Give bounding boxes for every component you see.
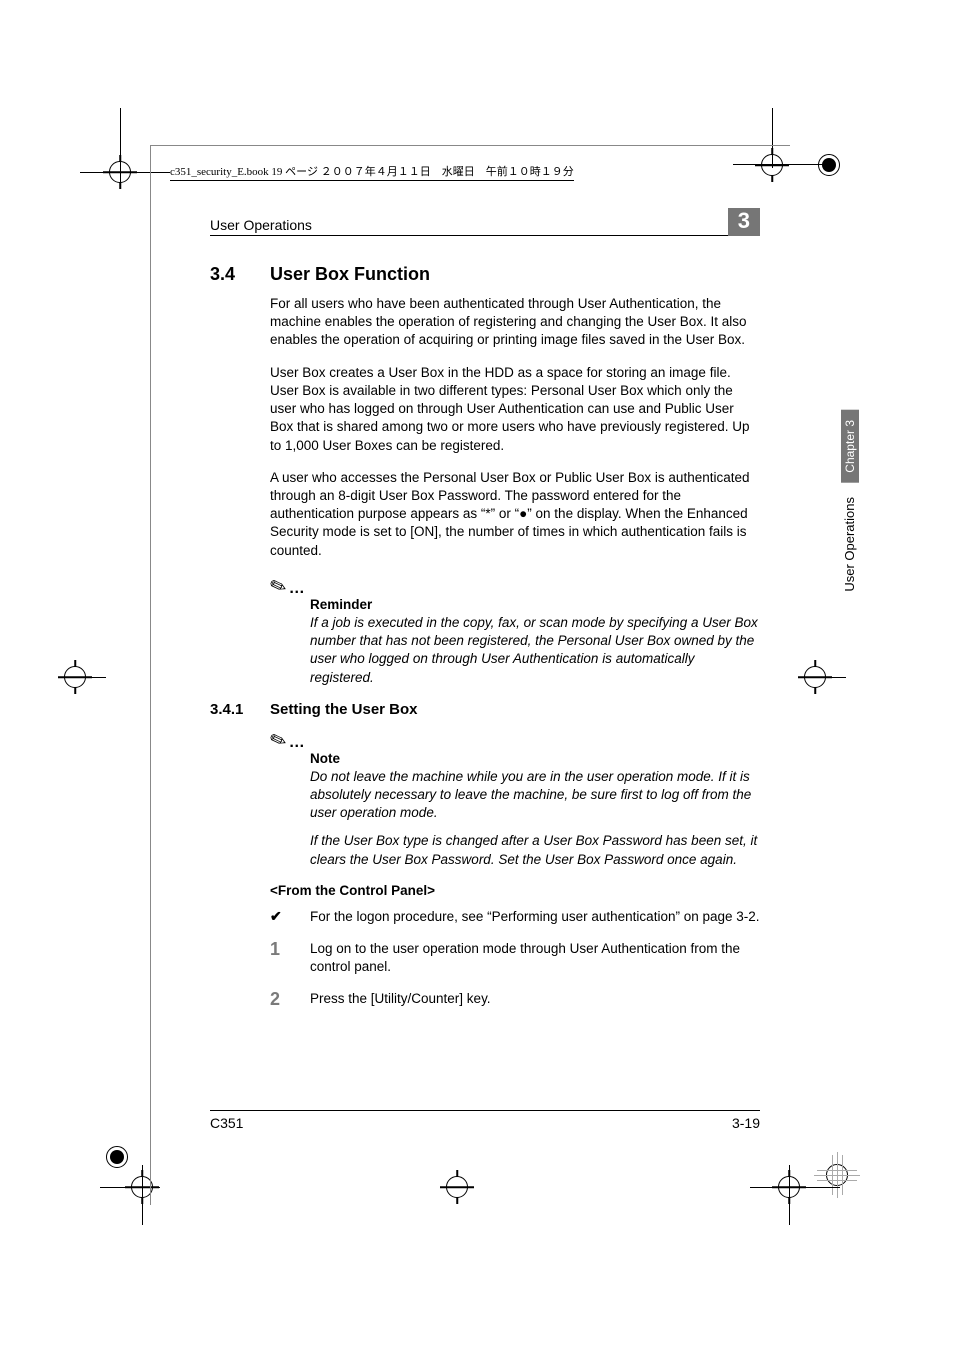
side-section-label: User Operations bbox=[841, 491, 858, 598]
body-paragraph: User Box creates a User Box in the HDD a… bbox=[270, 364, 760, 455]
side-tab: Chapter 3 User Operations bbox=[841, 410, 859, 680]
registration-mark-icon bbox=[100, 1140, 134, 1174]
crop-line bbox=[789, 1165, 790, 1225]
crop-line bbox=[120, 108, 121, 188]
registration-mark-icon bbox=[812, 148, 846, 182]
registration-mark-icon bbox=[440, 1170, 474, 1204]
section-number: 3.4 bbox=[210, 264, 270, 285]
checkmark-icon: ✔ bbox=[270, 908, 310, 926]
bullet-item: ✔ For the logon procedure, see “Performi… bbox=[270, 908, 760, 926]
footer-page: 3-19 bbox=[732, 1115, 760, 1131]
registration-mark-icon bbox=[58, 660, 92, 694]
footer-model: C351 bbox=[210, 1115, 243, 1131]
registration-mark-icon bbox=[798, 660, 832, 694]
running-head-title: User Operations bbox=[210, 217, 312, 233]
page-footer: C351 3-19 bbox=[210, 1110, 760, 1131]
crop-line bbox=[142, 1165, 143, 1225]
step-item: 2 Press the [Utility/Counter] key. bbox=[270, 990, 760, 1008]
pen-icon: ✎ bbox=[266, 572, 290, 601]
subheading-control-panel: <From the Control Panel> bbox=[270, 883, 760, 898]
step-text: Press the [Utility/Counter] key. bbox=[310, 990, 760, 1008]
crop-line bbox=[80, 172, 170, 173]
subsection-number: 3.4.1 bbox=[210, 701, 270, 718]
subsection-heading: 3.4.1 Setting the User Box bbox=[210, 701, 760, 718]
subsection-title: Setting the User Box bbox=[270, 701, 418, 718]
note-body: If the User Box type is changed after a … bbox=[310, 832, 760, 868]
chapter-number-box: 3 bbox=[728, 208, 760, 236]
note-heading: Note bbox=[310, 751, 760, 766]
pen-icon: ✎ bbox=[266, 726, 290, 755]
crop-line bbox=[100, 1187, 160, 1188]
bullet-text: For the logon procedure, see “Performing… bbox=[310, 908, 760, 926]
step-number: 2 bbox=[270, 990, 310, 1008]
reminder-block: ✎… Reminder If a job is executed in the … bbox=[270, 574, 760, 687]
reminder-body: If a job is executed in the copy, fax, o… bbox=[310, 614, 760, 687]
body-paragraph: A user who accesses the Personal User Bo… bbox=[270, 469, 760, 560]
crop-line bbox=[92, 677, 106, 678]
side-chapter-label: Chapter 3 bbox=[841, 410, 859, 483]
note-body: Do not leave the machine while you are i… bbox=[310, 768, 760, 823]
ellipsis-icon: … bbox=[289, 580, 307, 597]
step-text: Log on to the user operation mode throug… bbox=[310, 940, 760, 976]
step-item: 1 Log on to the user operation mode thro… bbox=[270, 940, 760, 976]
reminder-heading: Reminder bbox=[310, 597, 760, 612]
crop-frame bbox=[150, 145, 790, 146]
note-block: ✎… Note Do not leave the machine while y… bbox=[270, 728, 760, 869]
section-heading: 3.4 User Box Function bbox=[210, 264, 760, 285]
running-head: User Operations 3 bbox=[210, 205, 760, 236]
crop-line bbox=[750, 1187, 840, 1188]
step-number: 1 bbox=[270, 940, 310, 976]
crop-line bbox=[832, 677, 846, 678]
crop-line bbox=[772, 108, 773, 168]
section-title: User Box Function bbox=[270, 264, 430, 285]
book-meta-line: c351_security_E.book 19 ページ ２００７年４月１１日 水… bbox=[170, 163, 574, 181]
body-paragraph: For all users who have been authenticate… bbox=[270, 295, 760, 350]
crop-line bbox=[733, 164, 833, 165]
crop-frame bbox=[150, 145, 151, 1205]
ellipsis-icon: … bbox=[289, 734, 307, 751]
